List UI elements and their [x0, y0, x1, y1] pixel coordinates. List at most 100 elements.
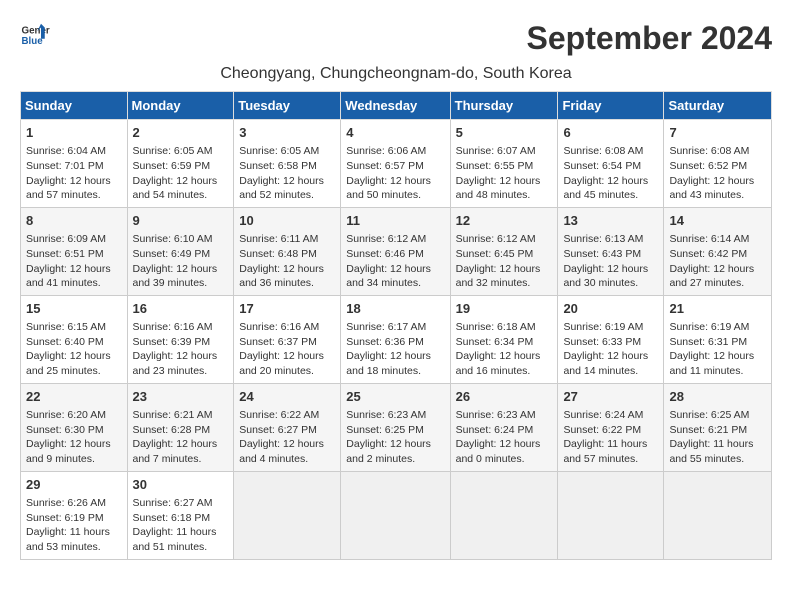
- sunrise-text: Sunrise: 6:19 AM: [669, 320, 766, 335]
- calendar-cell: 24Sunrise: 6:22 AMSunset: 6:27 PMDayligh…: [234, 383, 341, 471]
- logo: General Blue: [20, 20, 54, 50]
- daylight-text: Daylight: 12 hours and 52 minutes.: [239, 174, 335, 203]
- sunset-text: Sunset: 6:45 PM: [456, 247, 553, 262]
- sunset-text: Sunset: 6:22 PM: [563, 423, 658, 438]
- sunrise-text: Sunrise: 6:17 AM: [346, 320, 444, 335]
- sunset-text: Sunset: 6:57 PM: [346, 159, 444, 174]
- sunrise-text: Sunrise: 6:23 AM: [346, 408, 444, 423]
- day-number: 17: [239, 300, 335, 318]
- svg-text:Blue: Blue: [22, 36, 44, 47]
- sunset-text: Sunset: 6:54 PM: [563, 159, 658, 174]
- calendar-cell: 28 Sunrise: 6:25 AMSunset: 6:21 PMDayligh…: [664, 383, 772, 471]
- daylight-text: Daylight: 12 hours and 14 minutes.: [563, 349, 658, 378]
- daylight-text: Daylight: 11 hours and 55 minutes.: [669, 437, 766, 466]
- calendar-table: SundayMondayTuesdayWednesdayThursdayFrid…: [20, 91, 772, 560]
- calendar-cell: [450, 471, 558, 559]
- day-number: 29: [26, 476, 122, 494]
- sunrise-text: Sunrise: 6:26 AM: [26, 496, 122, 511]
- day-number: 4: [346, 124, 444, 142]
- day-number: 8: [26, 212, 122, 230]
- weekday-header-tuesday: Tuesday: [234, 92, 341, 120]
- calendar-cell: [234, 471, 341, 559]
- calendar-cell: [341, 471, 450, 559]
- calendar-cell: 6Sunrise: 6:08 AMSunset: 6:54 PMDaylight…: [558, 120, 664, 208]
- daylight-text: Daylight: 12 hours and 25 minutes.: [26, 349, 122, 378]
- day-number: 27: [563, 388, 658, 406]
- sunrise-text: Sunrise: 6:09 AM: [26, 232, 122, 247]
- day-number: 5: [456, 124, 553, 142]
- daylight-text: Daylight: 12 hours and 43 minutes.: [669, 174, 766, 203]
- daylight-text: Daylight: 12 hours and 39 minutes.: [133, 262, 229, 291]
- day-number: 28: [669, 388, 766, 406]
- sunset-text: Sunset: 6:34 PM: [456, 335, 553, 350]
- day-number: 11: [346, 212, 444, 230]
- sunset-text: Sunset: 6:21 PM: [669, 423, 766, 438]
- day-number: 16: [133, 300, 229, 318]
- daylight-text: Daylight: 11 hours and 53 minutes.: [26, 525, 122, 554]
- daylight-text: Daylight: 12 hours and 11 minutes.: [669, 349, 766, 378]
- sunrise-text: Sunrise: 6:11 AM: [239, 232, 335, 247]
- day-number: 12: [456, 212, 553, 230]
- sunset-text: Sunset: 6:43 PM: [563, 247, 658, 262]
- sunset-text: Sunset: 7:01 PM: [26, 159, 122, 174]
- calendar-cell: 17Sunrise: 6:16 AMSunset: 6:37 PMDayligh…: [234, 295, 341, 383]
- sunrise-text: Sunrise: 6:05 AM: [133, 144, 229, 159]
- daylight-text: Daylight: 12 hours and 0 minutes.: [456, 437, 553, 466]
- svg-text:General: General: [22, 26, 51, 37]
- calendar-cell: 9Sunrise: 6:10 AMSunset: 6:49 PMDaylight…: [127, 207, 234, 295]
- sunset-text: Sunset: 6:19 PM: [26, 511, 122, 526]
- calendar-cell: 16Sunrise: 6:16 AMSunset: 6:39 PMDayligh…: [127, 295, 234, 383]
- calendar-week-row: 8Sunrise: 6:09 AMSunset: 6:51 PMDaylight…: [21, 207, 772, 295]
- calendar-cell: 23Sunrise: 6:21 AMSunset: 6:28 PMDayligh…: [127, 383, 234, 471]
- sunrise-text: Sunrise: 6:08 AM: [669, 144, 766, 159]
- month-title: September 2024: [527, 20, 772, 57]
- day-number: 10: [239, 212, 335, 230]
- title-section: September 2024: [527, 20, 772, 57]
- daylight-text: Daylight: 11 hours and 57 minutes.: [563, 437, 658, 466]
- calendar-cell: 26Sunrise: 6:23 AMSunset: 6:24 PMDayligh…: [450, 383, 558, 471]
- sunset-text: Sunset: 6:24 PM: [456, 423, 553, 438]
- day-number: 20: [563, 300, 658, 318]
- daylight-text: Daylight: 12 hours and 48 minutes.: [456, 174, 553, 203]
- weekday-header-saturday: Saturday: [664, 92, 772, 120]
- sunset-text: Sunset: 6:55 PM: [456, 159, 553, 174]
- daylight-text: Daylight: 12 hours and 36 minutes.: [239, 262, 335, 291]
- sunrise-text: Sunrise: 6:21 AM: [133, 408, 229, 423]
- sunrise-text: Sunrise: 6:20 AM: [26, 408, 122, 423]
- sunset-text: Sunset: 6:40 PM: [26, 335, 122, 350]
- calendar-cell: 10Sunrise: 6:11 AMSunset: 6:48 PMDayligh…: [234, 207, 341, 295]
- calendar-week-row: 15Sunrise: 6:15 AMSunset: 6:40 PMDayligh…: [21, 295, 772, 383]
- calendar-cell: 8Sunrise: 6:09 AMSunset: 6:51 PMDaylight…: [21, 207, 128, 295]
- sunset-text: Sunset: 6:25 PM: [346, 423, 444, 438]
- header: General Blue September 2024: [20, 20, 772, 57]
- daylight-text: Daylight: 12 hours and 57 minutes.: [26, 174, 122, 203]
- calendar-cell: 19Sunrise: 6:18 AMSunset: 6:34 PMDayligh…: [450, 295, 558, 383]
- sunset-text: Sunset: 6:31 PM: [669, 335, 766, 350]
- calendar-cell: 1Sunrise: 6:04 AMSunset: 7:01 PMDaylight…: [21, 120, 128, 208]
- day-number: 15: [26, 300, 122, 318]
- sunset-text: Sunset: 6:42 PM: [669, 247, 766, 262]
- sunset-text: Sunset: 6:36 PM: [346, 335, 444, 350]
- sunrise-text: Sunrise: 6:25 AM: [669, 408, 766, 423]
- daylight-text: Daylight: 12 hours and 2 minutes.: [346, 437, 444, 466]
- day-number: 7: [669, 124, 766, 142]
- calendar-cell: 14Sunrise: 6:14 AMSunset: 6:42 PMDayligh…: [664, 207, 772, 295]
- daylight-text: Daylight: 12 hours and 54 minutes.: [133, 174, 229, 203]
- calendar-cell: 7Sunrise: 6:08 AMSunset: 6:52 PMDaylight…: [664, 120, 772, 208]
- daylight-text: Daylight: 12 hours and 41 minutes.: [26, 262, 122, 291]
- sunrise-text: Sunrise: 6:07 AM: [456, 144, 553, 159]
- calendar-cell: 12Sunrise: 6:12 AMSunset: 6:45 PMDayligh…: [450, 207, 558, 295]
- calendar-week-row: 1Sunrise: 6:04 AMSunset: 7:01 PMDaylight…: [21, 120, 772, 208]
- day-number: 9: [133, 212, 229, 230]
- sunset-text: Sunset: 6:30 PM: [26, 423, 122, 438]
- location-title: Cheongyang, Chungcheongnam-do, South Kor…: [20, 65, 772, 83]
- weekday-header-monday: Monday: [127, 92, 234, 120]
- weekday-header-friday: Friday: [558, 92, 664, 120]
- daylight-text: Daylight: 12 hours and 16 minutes.: [456, 349, 553, 378]
- sunrise-text: Sunrise: 6:22 AM: [239, 408, 335, 423]
- daylight-text: Daylight: 12 hours and 32 minutes.: [456, 262, 553, 291]
- calendar-cell: [558, 471, 664, 559]
- sunset-text: Sunset: 6:39 PM: [133, 335, 229, 350]
- daylight-text: Daylight: 12 hours and 45 minutes.: [563, 174, 658, 203]
- sunrise-text: Sunrise: 6:04 AM: [26, 144, 122, 159]
